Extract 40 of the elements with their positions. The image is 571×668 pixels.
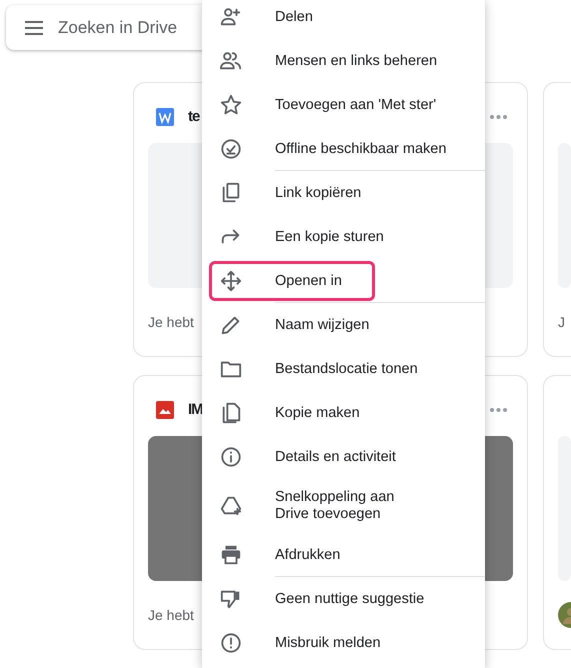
move-arrows-icon	[220, 270, 242, 292]
menu-item[interactable]: Kopie maken	[202, 391, 485, 435]
menu-item[interactable]: Bestandslocatie tonen	[202, 347, 485, 391]
person-add-icon	[220, 6, 242, 28]
file-title: te	[188, 106, 200, 127]
file-owner-text: Je hebt	[148, 312, 194, 332]
info-icon	[220, 446, 242, 468]
thumbs-down-icon	[220, 588, 242, 610]
menu-item[interactable]: Toevoegen aan 'Met ster'	[202, 83, 485, 127]
drive-add-icon	[220, 495, 242, 517]
menu-item[interactable]: Afdrukken	[202, 533, 485, 577]
alert-icon	[220, 632, 242, 654]
copy-icon	[220, 182, 242, 204]
file-owner-text: Je hebt	[148, 606, 194, 624]
menu-item[interactable]: Naam wijzigen	[202, 303, 485, 347]
check-circle-icon	[220, 138, 242, 160]
menu-item[interactable]: Offline beschikbaar maken	[202, 127, 485, 171]
pencil-icon	[220, 314, 242, 336]
file-owner-text: J	[558, 312, 565, 332]
menu-item[interactable]: Mensen en links beheren	[202, 39, 485, 83]
menu-item[interactable]: Openen in	[202, 259, 485, 303]
more-icon[interactable]	[490, 115, 507, 119]
printer-icon	[220, 544, 242, 566]
file-card[interactable]: J	[543, 82, 571, 357]
menu-item[interactable]: Details en activiteit	[202, 435, 485, 479]
image-icon	[156, 401, 174, 419]
search-placeholder[interactable]: Zoeken in Drive	[58, 14, 178, 40]
menu-item[interactable]: Snelkoppeling aan Drive toevoegen	[202, 479, 485, 533]
menu-item[interactable]: Link kopiëren	[202, 171, 485, 215]
file-copy-icon	[220, 402, 242, 424]
menu-item[interactable]: Delen	[202, 0, 485, 39]
menu-item[interactable]: Een kopie sturen	[202, 215, 485, 259]
menu-item[interactable]: Geen nuttige suggestie	[202, 577, 485, 621]
more-icon[interactable]	[490, 408, 507, 412]
file-card[interactable]	[543, 375, 571, 650]
document-icon	[156, 108, 174, 126]
star-icon	[220, 94, 242, 116]
menu-icon[interactable]	[24, 20, 44, 34]
menu-item[interactable]: Misbruik melden	[202, 621, 485, 665]
people-icon	[220, 50, 242, 72]
